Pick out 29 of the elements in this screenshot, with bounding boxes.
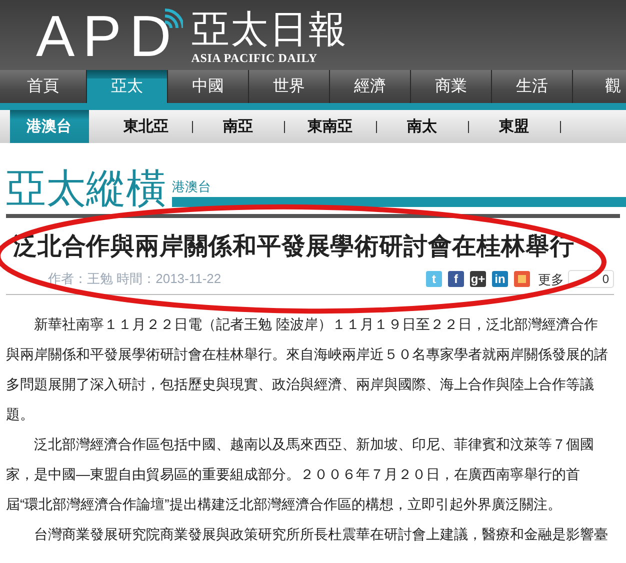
share-icon[interactable] xyxy=(514,271,530,287)
share-icon[interactable]: g+ xyxy=(470,271,486,287)
subnav-tab[interactable]: 南太 xyxy=(377,110,468,143)
share-icon[interactable]: in xyxy=(492,271,508,287)
site-subtitle: ASIA PACIFIC DAILY xyxy=(191,51,318,65)
article-paragraph: 台灣商業發展研究院商業發展與政策研究所所長杜震華在研討會上建議，醫療和金融是影響臺 xyxy=(33,525,609,544)
nav-tab[interactable]: 首頁 xyxy=(0,70,86,103)
byline: 作者：王勉 時間：2013-11-22 xyxy=(47,271,222,287)
nav-tab[interactable]: 觀 xyxy=(573,70,626,103)
nav-tab[interactable]: 世界 xyxy=(249,70,329,103)
logo[interactable]: APD xyxy=(36,4,180,69)
article-paragraph: 新華社南寧１１月２２日電（記者王勉 陸波岸）１１月１９日至２２日，泛北部灣經濟合作與兩岸關係和平發展學術研討會在桂林舉行。來自海峽兩岸近５０名專家學者就兩岸關係發展的諸多問題展開了深入研討，包括歷史與現實、政治與經濟、兩岸與國際、海上合作與陸上合作等議題。 xyxy=(6,315,609,424)
site-title: 亞太日報 xyxy=(191,8,348,50)
subnav-tab[interactable]: 港澳台 xyxy=(10,110,89,143)
nav-tab[interactable]: 中國 xyxy=(168,70,248,103)
nav-tab[interactable]: 商業 xyxy=(411,70,491,103)
section-tag-link[interactable]: 港澳台 xyxy=(172,179,626,195)
section-title: 亞太縱橫 xyxy=(6,167,166,211)
nav-tab[interactable]: 經濟 xyxy=(330,70,410,103)
subnav-tab[interactable]: 東南亞 xyxy=(285,110,376,143)
nav-tab[interactable]: 亞太 xyxy=(87,70,167,103)
more-link[interactable]: 更多 xyxy=(538,272,564,286)
subnav-tab[interactable]: 東盟 xyxy=(469,110,560,143)
share-count: 0 xyxy=(568,270,614,288)
share-icon[interactable]: f xyxy=(448,271,464,287)
nav-tab[interactable]: 生活 xyxy=(492,70,572,103)
article-paragraph: 泛北部灣經濟合作區包括中國、越南以及馬來西亞、新加坡、印尼、菲律賓和汶萊等７個國家，是中國—東盟自由貿易區的重要組成部分。２００６年７月２０日，在廣西南寧舉行的首屆“環北部灣經濟合作論壇”提出構建泛北部灣經濟合作區的構想，立即引起外界廣泛關注。 xyxy=(6,435,595,514)
subnav-tab[interactable]: 南亞 xyxy=(193,110,284,143)
subnav-tab[interactable]: 東北亞 xyxy=(101,110,192,143)
